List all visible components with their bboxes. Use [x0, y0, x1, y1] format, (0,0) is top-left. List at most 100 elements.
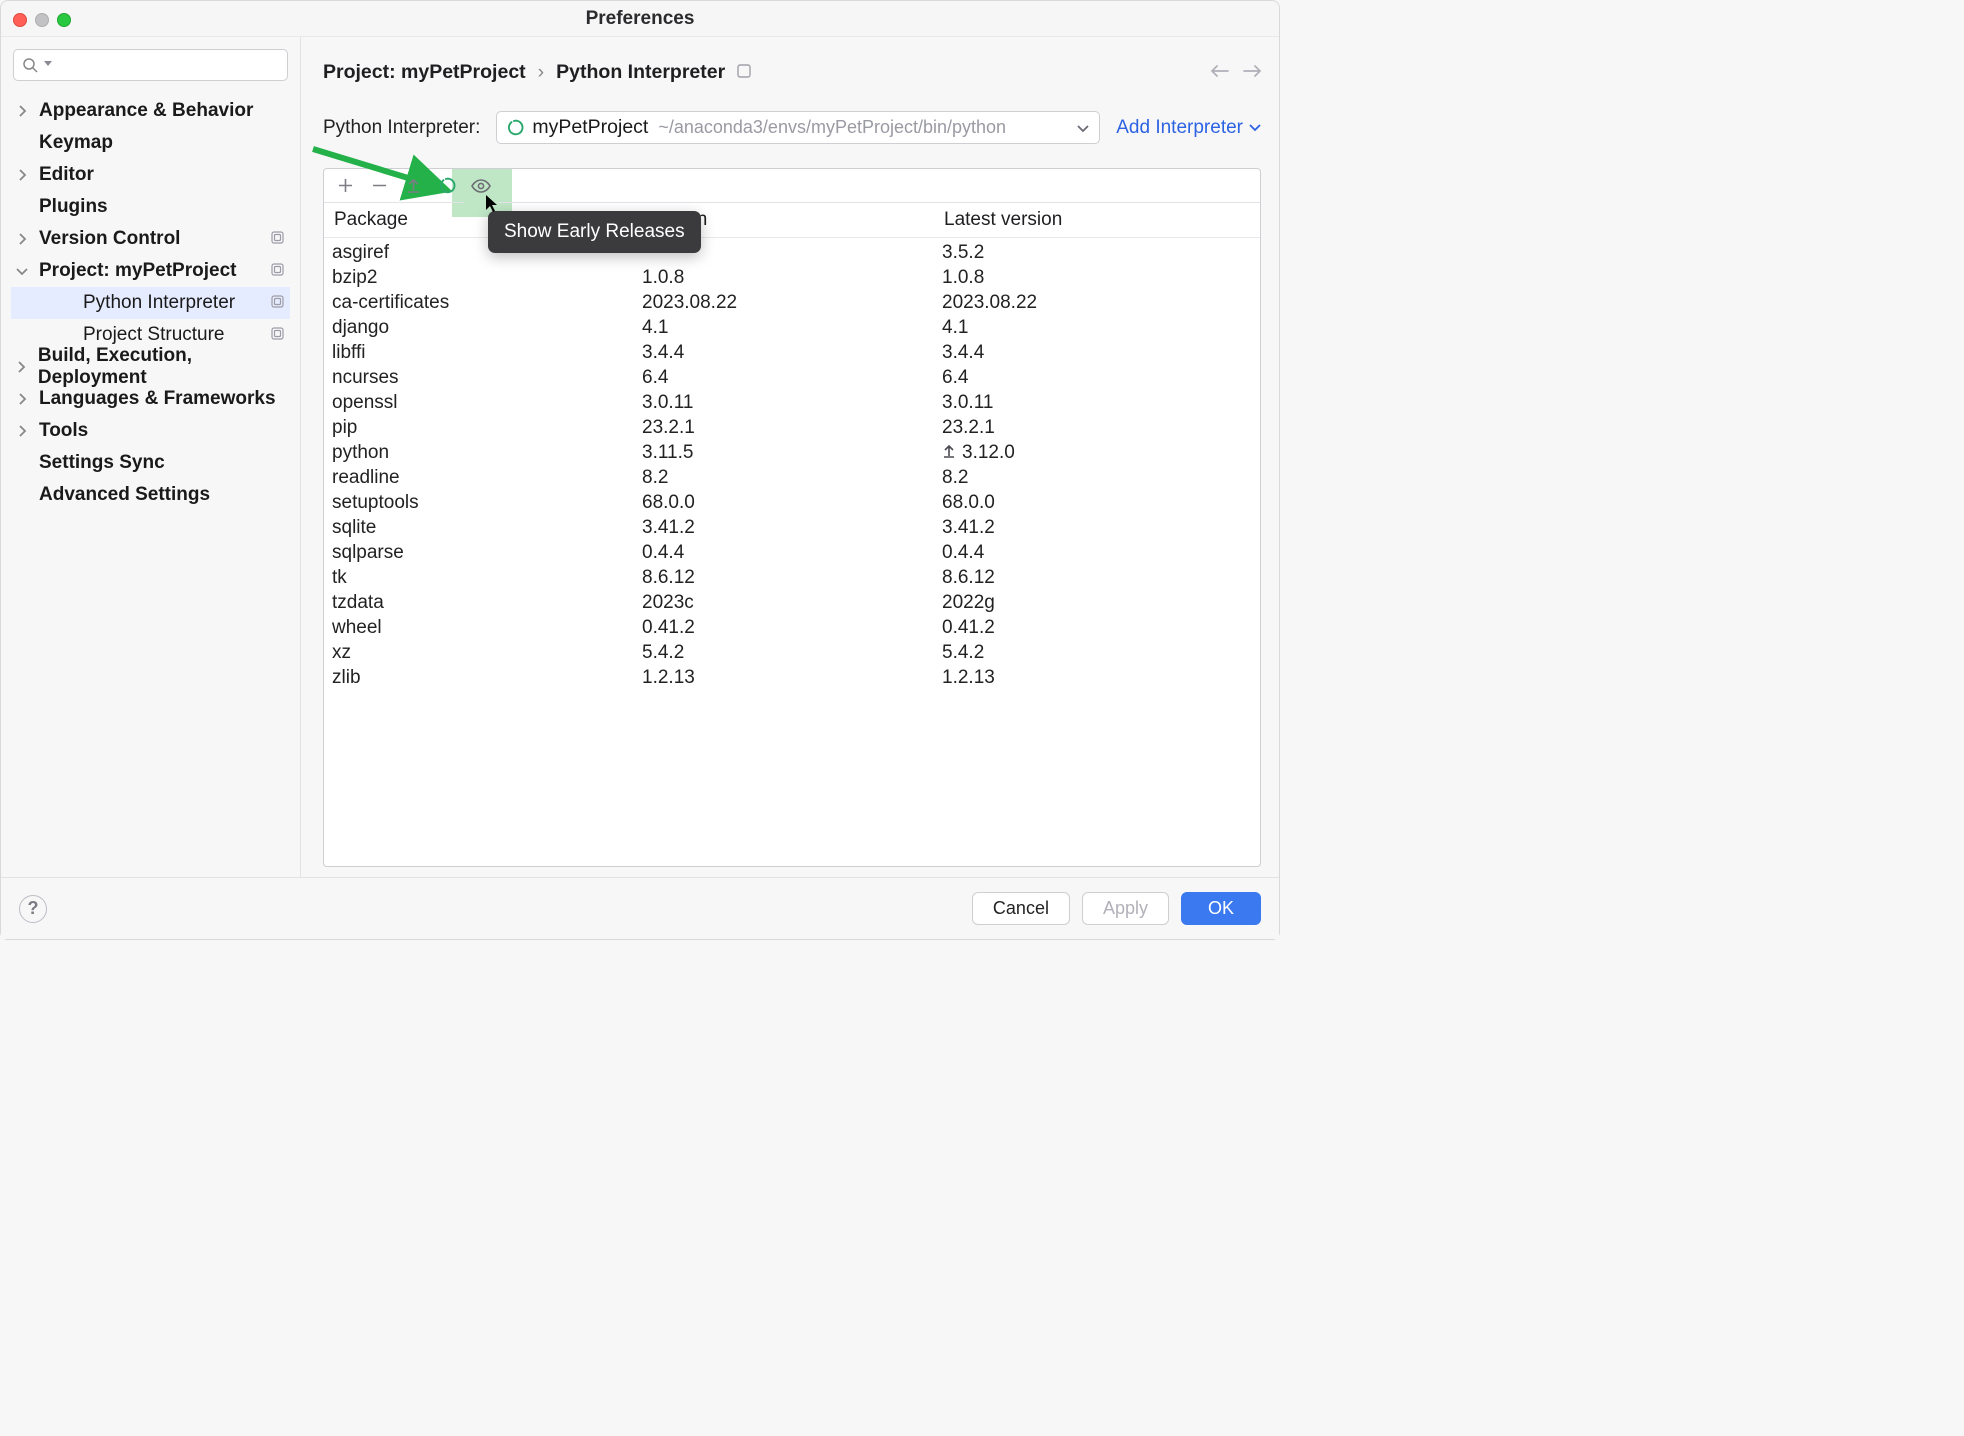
chevron-right-icon	[13, 169, 31, 181]
interpreter-dropdown[interactable]: myPetProject ~/anaconda3/envs/myPetProje…	[496, 111, 1100, 144]
scope-icon	[271, 260, 284, 282]
package-row[interactable]: zlib1.2.131.2.13	[324, 665, 1260, 690]
minimize-window-button[interactable]	[35, 13, 49, 27]
sidebar-item[interactable]: Keymap	[11, 127, 290, 159]
zoom-window-button[interactable]	[57, 13, 71, 27]
package-name: zlib	[332, 667, 642, 689]
package-row[interactable]: setuptools68.0.068.0.0	[324, 490, 1260, 515]
package-version: 0.41.2	[642, 617, 942, 639]
sidebar-item[interactable]: Languages & Frameworks	[11, 383, 290, 415]
package-row[interactable]: sqlparse0.4.40.4.4	[324, 540, 1260, 565]
add-interpreter-label: Add Interpreter	[1116, 117, 1243, 139]
package-row[interactable]: wheel0.41.20.41.2	[324, 615, 1260, 640]
package-name: python	[332, 442, 642, 464]
package-row[interactable]: ncurses6.46.4	[324, 365, 1260, 390]
package-row[interactable]: sqlite3.41.23.41.2	[324, 515, 1260, 540]
chevron-down-icon	[13, 267, 31, 276]
package-latest: 23.2.1	[942, 417, 995, 439]
apply-button[interactable]: Apply	[1082, 892, 1169, 925]
package-row[interactable]: asgiref3.5.2	[324, 240, 1260, 265]
sidebar-item[interactable]: Advanced Settings	[11, 479, 290, 511]
package-row[interactable]: ca-certificates2023.08.222023.08.22	[324, 290, 1260, 315]
packages-toolbar	[324, 169, 1260, 203]
cancel-button[interactable]: Cancel	[972, 892, 1070, 925]
search-input[interactable]	[58, 55, 279, 76]
sidebar-item[interactable]: Editor	[11, 159, 290, 191]
package-row[interactable]: django4.14.1	[324, 315, 1260, 340]
sidebar-item[interactable]: Version Control	[11, 223, 290, 255]
sidebar-item-label: Advanced Settings	[39, 484, 210, 506]
package-latest: 6.4	[942, 367, 968, 389]
package-version: 3.4.4	[642, 342, 942, 364]
package-version: 68.0.0	[642, 492, 942, 514]
interpreter-label: Python Interpreter:	[323, 117, 480, 139]
sidebar-item-label: Appearance & Behavior	[39, 100, 253, 122]
ok-button[interactable]: OK	[1181, 892, 1261, 925]
conda-packages-button[interactable]	[430, 169, 464, 203]
search-dropdown-icon[interactable]	[44, 61, 52, 69]
package-latest: 2022g	[942, 592, 995, 614]
sidebar-item[interactable]: Settings Sync	[11, 447, 290, 479]
sidebar-item[interactable]: Appearance & Behavior	[11, 95, 290, 127]
package-version: 2023c	[642, 592, 942, 614]
search-box[interactable]	[13, 49, 288, 81]
package-version: 6.4	[642, 367, 942, 389]
nav-back-icon[interactable]	[1211, 61, 1229, 84]
chevron-right-icon	[13, 233, 31, 245]
sidebar-item-label: Keymap	[39, 132, 113, 154]
sidebar-item[interactable]: Tools	[11, 415, 290, 447]
sidebar-item[interactable]: Python Interpreter	[11, 287, 290, 319]
scope-icon	[271, 292, 284, 314]
scope-icon	[271, 324, 284, 346]
help-button[interactable]: ?	[19, 895, 47, 923]
package-name: openssl	[332, 392, 642, 414]
main-pane: Project: myPetProject › Python Interpret…	[301, 37, 1279, 877]
package-row[interactable]: pip23.2.123.2.1	[324, 415, 1260, 440]
chevron-right-icon	[13, 361, 30, 373]
pin-icon[interactable]	[737, 61, 751, 84]
package-latest: 4.1	[942, 317, 968, 339]
close-window-button[interactable]	[13, 13, 27, 27]
package-row[interactable]: python3.11.53.12.0	[324, 440, 1260, 465]
remove-package-button[interactable]	[362, 169, 396, 203]
sidebar-item-label: Editor	[39, 164, 94, 186]
nav-forward-icon[interactable]	[1243, 61, 1261, 84]
package-version: 2023.08.22	[642, 292, 942, 314]
package-latest: 3.5.2	[942, 242, 984, 264]
col-latest[interactable]: Latest version	[944, 209, 1256, 231]
package-version: 8.2	[642, 467, 942, 489]
package-name: bzip2	[332, 267, 642, 289]
package-row[interactable]: readline8.28.2	[324, 465, 1260, 490]
packages-body[interactable]: asgiref3.5.2bzip21.0.81.0.8ca-certificat…	[324, 238, 1260, 866]
sidebar-item[interactable]: Build, Execution, Deployment	[11, 351, 290, 383]
add-interpreter-link[interactable]: Add Interpreter	[1116, 117, 1261, 139]
chevron-right-icon	[13, 105, 31, 117]
package-latest: 8.2	[942, 467, 968, 489]
package-row[interactable]: tk8.6.128.6.12	[324, 565, 1260, 590]
upgrade-package-button[interactable]	[396, 169, 430, 203]
sidebar-item[interactable]: Project: myPetProject	[11, 255, 290, 287]
package-row[interactable]: libffi3.4.43.4.4	[324, 340, 1260, 365]
breadcrumb: Project: myPetProject › Python Interpret…	[323, 51, 1261, 93]
packages-panel: Show Early Releases Package Version Late…	[323, 168, 1261, 867]
package-name: readline	[332, 467, 642, 489]
window-controls	[13, 13, 71, 27]
conda-icon	[507, 119, 524, 136]
add-package-button[interactable]	[328, 169, 362, 203]
settings-tree: Appearance & Behavior Keymap Editor Plugins…	[11, 95, 290, 511]
package-latest: 68.0.0	[942, 492, 995, 514]
sidebar-item-label: Languages & Frameworks	[39, 388, 276, 410]
sidebar-item-label: Tools	[39, 420, 88, 442]
window-title: Preferences	[1, 8, 1279, 30]
sidebar-item[interactable]: Plugins	[11, 191, 290, 223]
package-row[interactable]: xz5.4.25.4.2	[324, 640, 1260, 665]
package-version: 1.2.13	[642, 667, 942, 689]
package-latest: 3.41.2	[942, 517, 995, 539]
package-row[interactable]: openssl3.0.113.0.11	[324, 390, 1260, 415]
package-row[interactable]: tzdata2023c2022g	[324, 590, 1260, 615]
package-latest: 3.12.0	[962, 442, 1015, 464]
sidebar-item-label: Project: myPetProject	[39, 260, 236, 282]
package-row[interactable]: bzip21.0.81.0.8	[324, 265, 1260, 290]
sidebar-item-label: Project Structure	[83, 324, 225, 346]
sidebar-item-label: Version Control	[39, 228, 180, 250]
